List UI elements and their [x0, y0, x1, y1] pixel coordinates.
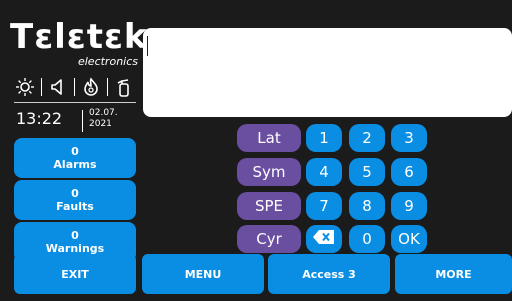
key-0[interactable]: 0	[349, 225, 385, 253]
spe-key[interactable]: SPE	[237, 192, 301, 220]
speaker-icon	[47, 76, 69, 98]
faults-button[interactable]: 0 Faults	[14, 180, 136, 220]
clock-time: 13:22	[16, 109, 63, 128]
backspace-key[interactable]	[306, 225, 342, 253]
key-3[interactable]: 3	[391, 124, 427, 152]
exit-button[interactable]: EXIT	[14, 254, 136, 294]
alarms-label: Alarms	[53, 158, 97, 171]
date-year: 2021	[89, 119, 112, 129]
access-level-button[interactable]: Access 3	[268, 254, 390, 294]
backspace-icon	[313, 230, 335, 248]
alarms-button[interactable]: 0 Alarms	[14, 138, 136, 178]
ok-key[interactable]: OK	[391, 225, 427, 253]
key-8[interactable]: 8	[349, 192, 385, 220]
key-5[interactable]: 5	[349, 158, 385, 186]
sun-icon	[14, 76, 36, 98]
brand-logo: Tεlεtεk	[10, 17, 148, 57]
status-separator	[74, 78, 75, 96]
clock-date: 02.07. 2021	[89, 108, 118, 130]
key-1[interactable]: 1	[306, 124, 342, 152]
lat-key[interactable]: Lat	[237, 124, 301, 152]
fire-extinguisher-icon	[113, 76, 135, 98]
faults-count: 0	[71, 187, 79, 200]
cyr-key[interactable]: Cyr	[237, 225, 301, 253]
warnings-count: 0	[71, 229, 79, 242]
brand-subtitle: electronics	[77, 55, 138, 68]
text-cursor	[147, 36, 148, 56]
text-display[interactable]	[143, 28, 512, 117]
panel-screen: Tεlεtεk electronics 13:22 02.07. 2021 0 …	[0, 0, 512, 301]
flame-icon	[80, 76, 102, 98]
status-separator	[107, 78, 108, 96]
more-button[interactable]: MORE	[395, 254, 512, 294]
alarms-count: 0	[71, 145, 79, 158]
key-4[interactable]: 4	[306, 158, 342, 186]
menu-button[interactable]: MENU	[142, 254, 264, 294]
sym-key[interactable]: Sym	[237, 158, 301, 186]
status-icons	[14, 74, 135, 100]
clock-separator	[82, 110, 83, 132]
status-separator	[41, 78, 42, 96]
key-6[interactable]: 6	[391, 158, 427, 186]
faults-label: Faults	[56, 200, 94, 213]
key-2[interactable]: 2	[349, 124, 385, 152]
key-9[interactable]: 9	[391, 192, 427, 220]
key-7[interactable]: 7	[306, 192, 342, 220]
divider	[14, 102, 136, 103]
date-day-month: 02.07.	[89, 108, 118, 118]
